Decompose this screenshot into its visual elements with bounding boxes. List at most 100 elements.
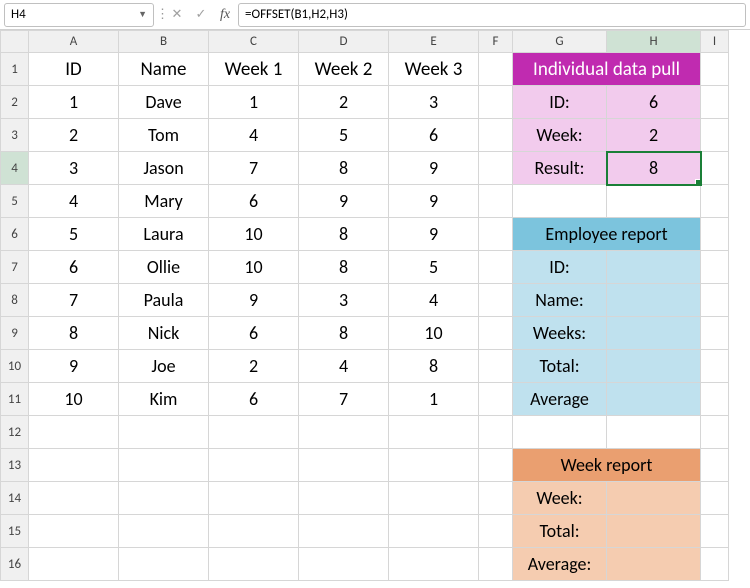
- employee-total-label[interactable]: Total:: [513, 350, 607, 383]
- cell-B1[interactable]: Name: [119, 53, 209, 86]
- cell-B9[interactable]: Nick: [119, 317, 209, 350]
- cell-A1[interactable]: ID: [29, 53, 119, 86]
- cell-E11[interactable]: 1: [389, 383, 479, 416]
- cell-A7[interactable]: 6: [29, 251, 119, 284]
- cell-D4[interactable]: 8: [299, 152, 389, 185]
- cell-B2[interactable]: Dave: [119, 86, 209, 119]
- cell-B8[interactable]: Paula: [119, 284, 209, 317]
- row-header-11[interactable]: 11: [1, 383, 29, 416]
- cell-A9[interactable]: 8: [29, 317, 119, 350]
- cell-D13[interactable]: [299, 449, 389, 482]
- cell-F8[interactable]: [479, 284, 513, 317]
- cell-C8[interactable]: 9: [209, 284, 299, 317]
- row-header-8[interactable]: 8: [1, 284, 29, 317]
- cell-B7[interactable]: Ollie: [119, 251, 209, 284]
- employee-id-value[interactable]: [607, 251, 701, 284]
- cell-I6[interactable]: [701, 218, 729, 251]
- employee-weeks-label[interactable]: Weeks:: [513, 317, 607, 350]
- cell-F5[interactable]: [479, 185, 513, 218]
- row-header-9[interactable]: 9: [1, 317, 29, 350]
- cell-D2[interactable]: 2: [299, 86, 389, 119]
- cell-E2[interactable]: 3: [389, 86, 479, 119]
- cell-F9[interactable]: [479, 317, 513, 350]
- cell-H12[interactable]: [607, 416, 701, 449]
- cell-A5[interactable]: 4: [29, 185, 119, 218]
- employee-average-value[interactable]: [607, 383, 701, 416]
- week-week-value[interactable]: [607, 482, 701, 515]
- cell-C13[interactable]: [209, 449, 299, 482]
- row-header-13[interactable]: 13: [1, 449, 29, 482]
- cell-D16[interactable]: [299, 548, 389, 581]
- cell-E9[interactable]: 10: [389, 317, 479, 350]
- cell-C7[interactable]: 10: [209, 251, 299, 284]
- employee-weeks-value[interactable]: [607, 317, 701, 350]
- cell-F6[interactable]: [479, 218, 513, 251]
- col-header-G[interactable]: G: [513, 31, 607, 53]
- individual-week-label[interactable]: Week:: [513, 119, 607, 152]
- individual-title[interactable]: Individual data pull: [513, 53, 701, 86]
- cell-D15[interactable]: [299, 515, 389, 548]
- cell-I16[interactable]: [701, 548, 729, 581]
- cell-E1[interactable]: Week 3: [389, 53, 479, 86]
- cell-D11[interactable]: 7: [299, 383, 389, 416]
- cell-F15[interactable]: [479, 515, 513, 548]
- row-header-10[interactable]: 10: [1, 350, 29, 383]
- fx-icon[interactable]: fx: [214, 4, 236, 26]
- col-header-C[interactable]: C: [209, 31, 299, 53]
- week-title[interactable]: Week report: [513, 449, 701, 482]
- cell-I7[interactable]: [701, 251, 729, 284]
- cell-B6[interactable]: Laura: [119, 218, 209, 251]
- cell-I15[interactable]: [701, 515, 729, 548]
- cell-A6[interactable]: 5: [29, 218, 119, 251]
- cell-B13[interactable]: [119, 449, 209, 482]
- cell-B16[interactable]: [119, 548, 209, 581]
- cell-B4[interactable]: Jason: [119, 152, 209, 185]
- week-average-value[interactable]: [607, 548, 701, 581]
- cell-A14[interactable]: [29, 482, 119, 515]
- cell-I10[interactable]: [701, 350, 729, 383]
- cell-A11[interactable]: 10: [29, 383, 119, 416]
- row-header-12[interactable]: 12: [1, 416, 29, 449]
- week-average-label[interactable]: Average:: [513, 548, 607, 581]
- cell-B14[interactable]: [119, 482, 209, 515]
- cell-F7[interactable]: [479, 251, 513, 284]
- cell-D12[interactable]: [299, 416, 389, 449]
- cell-I5[interactable]: [701, 185, 729, 218]
- cell-A4[interactable]: 3: [29, 152, 119, 185]
- row-header-4[interactable]: 4: [1, 152, 29, 185]
- cell-F12[interactable]: [479, 416, 513, 449]
- cell-B11[interactable]: Kim: [119, 383, 209, 416]
- cell-E7[interactable]: 5: [389, 251, 479, 284]
- cell-B10[interactable]: Joe: [119, 350, 209, 383]
- cell-D14[interactable]: [299, 482, 389, 515]
- cell-A8[interactable]: 7: [29, 284, 119, 317]
- cell-E14[interactable]: [389, 482, 479, 515]
- employee-name-label[interactable]: Name:: [513, 284, 607, 317]
- cell-I1[interactable]: [701, 53, 729, 86]
- row-header-15[interactable]: 15: [1, 515, 29, 548]
- individual-id-label[interactable]: ID:: [513, 86, 607, 119]
- row-header-16[interactable]: 16: [1, 548, 29, 581]
- cell-C5[interactable]: 6: [209, 185, 299, 218]
- col-header-E[interactable]: E: [389, 31, 479, 53]
- cell-F2[interactable]: [479, 86, 513, 119]
- cell-A10[interactable]: 9: [29, 350, 119, 383]
- cell-C1[interactable]: Week 1: [209, 53, 299, 86]
- row-header-3[interactable]: 3: [1, 119, 29, 152]
- col-header-F[interactable]: F: [479, 31, 513, 53]
- row-header-2[interactable]: 2: [1, 86, 29, 119]
- week-week-label[interactable]: Week:: [513, 482, 607, 515]
- cell-E16[interactable]: [389, 548, 479, 581]
- cell-I14[interactable]: [701, 482, 729, 515]
- row-header-7[interactable]: 7: [1, 251, 29, 284]
- cell-D7[interactable]: 8: [299, 251, 389, 284]
- cell-C4[interactable]: 7: [209, 152, 299, 185]
- individual-id-value[interactable]: 6: [607, 86, 701, 119]
- cell-C15[interactable]: [209, 515, 299, 548]
- cell-B15[interactable]: [119, 515, 209, 548]
- cell-E4[interactable]: 9: [389, 152, 479, 185]
- cancel-icon[interactable]: ✕: [166, 4, 188, 26]
- cell-I8[interactable]: [701, 284, 729, 317]
- cell-D9[interactable]: 8: [299, 317, 389, 350]
- cell-A15[interactable]: [29, 515, 119, 548]
